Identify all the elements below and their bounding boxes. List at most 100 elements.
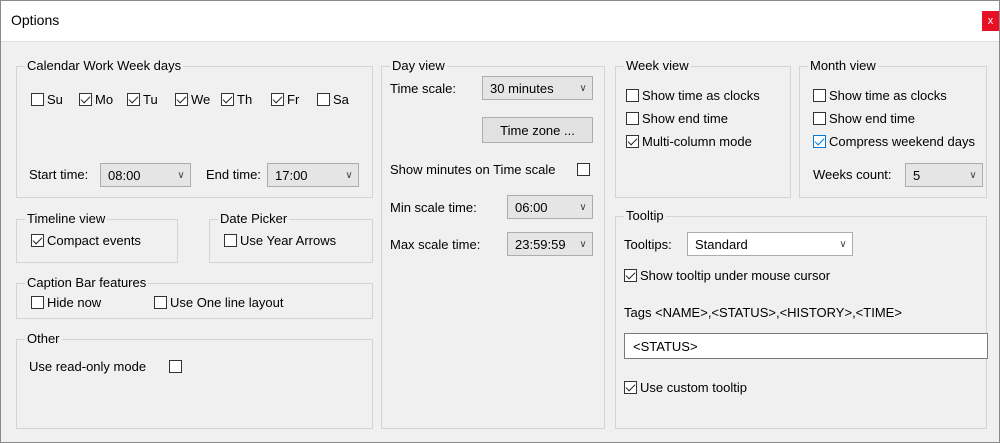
- max-scale-label: Max scale time:: [390, 237, 481, 252]
- month-end-time-checkbox[interactable]: Show end time: [813, 111, 915, 126]
- checkbox-label: Show time as clocks: [642, 88, 760, 103]
- checkbox-label: Show tooltip under mouse cursor: [640, 268, 831, 283]
- checkbox-day-sa[interactable]: Sa: [317, 92, 349, 107]
- checkbox-label: Use custom tooltip: [640, 380, 747, 395]
- max-scale-select[interactable]: 23:59:59 ∨: [507, 232, 593, 256]
- chevron-down-icon: ∨: [969, 169, 977, 181]
- weeks-count-select[interactable]: 5 ∨: [905, 163, 983, 187]
- checkbox-label: Use Year Arrows: [240, 233, 337, 248]
- min-scale-select[interactable]: 06:00 ∨: [507, 195, 593, 219]
- read-only-checkbox[interactable]: [169, 360, 185, 373]
- end-time-label: End time:: [206, 167, 261, 182]
- checkbox-label: Show end time: [829, 111, 915, 126]
- checkbox-box: [154, 296, 167, 309]
- checkbox-label: Compact events: [47, 233, 141, 248]
- checkbox-box: [271, 93, 284, 106]
- chevron-down-icon: ∨: [177, 169, 185, 181]
- group-label: Timeline view: [25, 211, 108, 227]
- group-label: Date Picker: [218, 211, 290, 227]
- group-other: Other: [16, 331, 373, 429]
- checkbox-box: [626, 89, 639, 102]
- group-label: Tooltip: [624, 208, 666, 224]
- group-label: Other: [25, 331, 62, 347]
- checkbox-box: [624, 269, 637, 282]
- checkbox-label: Multi-column mode: [642, 134, 752, 149]
- tooltip-under-cursor-checkbox[interactable]: Show tooltip under mouse cursor: [624, 268, 830, 283]
- time-scale-label: Time scale:: [390, 81, 456, 96]
- hide-now-checkbox[interactable]: Hide now: [31, 295, 101, 310]
- checkbox-day-th[interactable]: Th: [221, 92, 252, 107]
- checkbox-label: Tu: [143, 92, 158, 107]
- checkbox-label: Mo: [95, 92, 114, 107]
- checkbox-box: [577, 163, 590, 176]
- use-year-arrows-checkbox[interactable]: Use Year Arrows: [224, 233, 336, 248]
- time-scale-select[interactable]: 30 minutes ∨: [482, 76, 593, 100]
- tags-label: Tags <NAME>,<STATUS>,<HISTORY>,<TIME>: [624, 305, 902, 320]
- checkbox-label: Show end time: [642, 111, 728, 126]
- checkbox-box: [813, 89, 826, 102]
- chevron-down-icon: ∨: [839, 238, 847, 250]
- window-title: Options: [11, 12, 60, 28]
- group-label: Calendar Work Week days: [25, 58, 184, 74]
- checkbox-day-mo[interactable]: Mo: [79, 92, 113, 107]
- checkbox-day-we[interactable]: We: [175, 92, 210, 107]
- checkbox-day-su[interactable]: Su: [31, 92, 63, 107]
- group-label: Week view: [624, 58, 691, 74]
- compact-events-checkbox[interactable]: Compact events: [31, 233, 141, 248]
- checkbox-label: Th: [237, 92, 253, 107]
- custom-tooltip-checkbox[interactable]: Use custom tooltip: [624, 380, 747, 395]
- checkbox-label: Sa: [333, 92, 349, 107]
- end-time-select[interactable]: 17:00 ∨: [267, 163, 359, 187]
- end-time-value: 17:00: [275, 167, 308, 183]
- tags-input-value: <STATUS>: [633, 338, 698, 354]
- compress-weekend-checkbox[interactable]: Compress weekend days: [813, 134, 975, 149]
- one-line-layout-checkbox[interactable]: Use One line layout: [154, 295, 283, 310]
- start-time-label: Start time:: [29, 167, 89, 182]
- time-zone-button-label: Time zone ...: [500, 122, 575, 138]
- time-zone-button[interactable]: Time zone ...: [482, 117, 593, 143]
- multi-column-checkbox[interactable]: Multi-column mode: [626, 134, 752, 149]
- start-time-value: 08:00: [108, 167, 141, 183]
- month-clocks-checkbox[interactable]: Show time as clocks: [813, 88, 947, 103]
- tooltips-select[interactable]: Standard ∨: [687, 232, 853, 256]
- week-clocks-checkbox[interactable]: Show time as clocks: [626, 88, 760, 103]
- checkbox-label: Hide now: [47, 295, 102, 310]
- show-minutes-checkbox[interactable]: [577, 163, 593, 176]
- tooltips-label: Tooltips:: [624, 237, 672, 252]
- group-week-view: Week view: [615, 58, 791, 198]
- tooltips-value: Standard: [695, 236, 748, 252]
- chevron-down-icon: ∨: [579, 238, 587, 250]
- show-minutes-label: Show minutes on Time scale: [390, 162, 556, 177]
- close-icon: x: [987, 15, 994, 27]
- checkbox-box: [626, 135, 639, 148]
- checkbox-label: Show time as clocks: [829, 88, 947, 103]
- week-end-time-checkbox[interactable]: Show end time: [626, 111, 728, 126]
- checkbox-label: Use One line layout: [170, 295, 284, 310]
- checkbox-box: [624, 381, 637, 394]
- checkbox-box: [813, 112, 826, 125]
- read-only-label: Use read-only mode: [29, 359, 147, 374]
- chevron-down-icon: ∨: [345, 169, 353, 181]
- options-dialog: Options x Calendar Work Week days Su Mo …: [0, 0, 1000, 443]
- checkbox-label: Compress weekend days: [829, 134, 975, 149]
- checkbox-box: [31, 296, 44, 309]
- chevron-down-icon: ∨: [579, 82, 587, 94]
- tags-input[interactable]: <STATUS>: [624, 333, 988, 359]
- min-scale-value: 06:00: [515, 199, 548, 215]
- checkbox-box: [221, 93, 234, 106]
- checkbox-day-fr[interactable]: Fr: [271, 92, 299, 107]
- start-time-select[interactable]: 08:00 ∨: [100, 163, 191, 187]
- chevron-down-icon: ∨: [579, 201, 587, 213]
- group-label: Day view: [390, 58, 447, 74]
- time-scale-value: 30 minutes: [490, 80, 554, 96]
- checkbox-box: [224, 234, 237, 247]
- checkbox-box: [626, 112, 639, 125]
- checkbox-day-tu[interactable]: Tu: [127, 92, 158, 107]
- checkbox-box: [79, 93, 92, 106]
- weeks-count-value: 5: [913, 167, 921, 183]
- group-label: Month view: [808, 58, 878, 74]
- close-button[interactable]: x: [982, 11, 999, 31]
- checkbox-box: [31, 93, 44, 106]
- weeks-count-label: Weeks count:: [813, 167, 892, 182]
- group-label: Caption Bar features: [25, 275, 149, 291]
